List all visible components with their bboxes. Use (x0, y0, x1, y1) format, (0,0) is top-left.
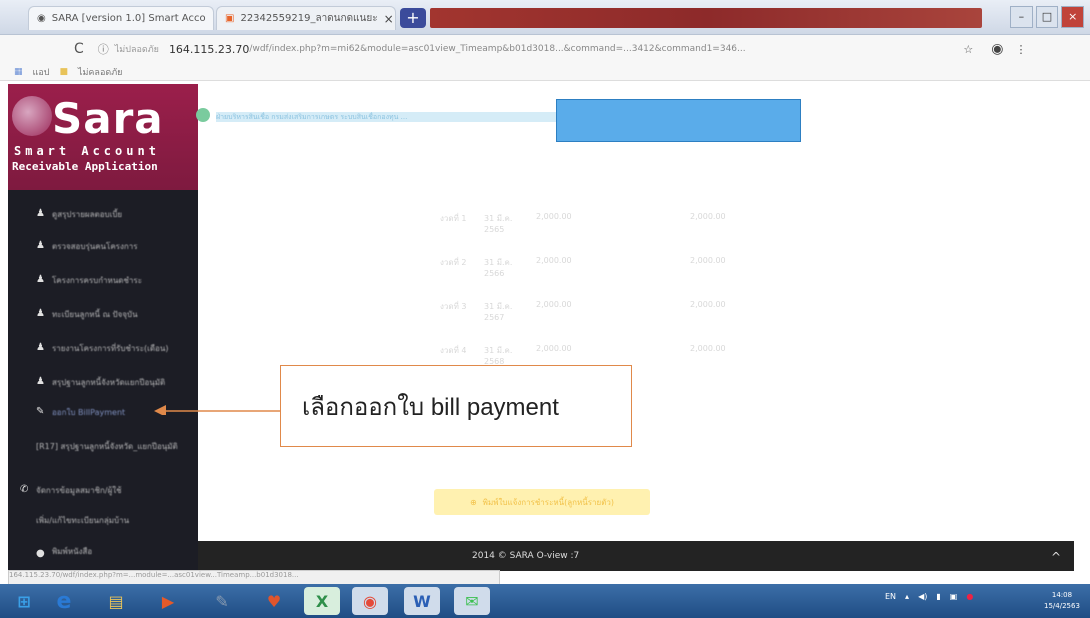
close-icon[interactable]: × (384, 12, 394, 26)
sidebar-item[interactable]: ♟ ทะเบียนลูกหนี้ ณ ปัจจุบัน (8, 296, 198, 332)
sidebar-item[interactable]: ♟ โครงการครบกำหนดชำระ (8, 262, 198, 298)
bookmark-apps[interactable]: แอป (33, 65, 50, 79)
close-icon[interactable]: × (212, 12, 213, 26)
maximize-button[interactable]: □ (1035, 6, 1059, 28)
reload-icon[interactable]: C (74, 41, 84, 57)
network-icon[interactable]: ▣ (950, 592, 958, 601)
close-window-button[interactable]: × (1061, 6, 1085, 28)
sidebar-item[interactable]: ♟ ตรวจสอบรุ่นคนโครงการ (8, 228, 198, 264)
back-to-top-button[interactable]: ^ (1040, 545, 1072, 569)
user-icon: ♟ (36, 274, 45, 285)
sidebar-item[interactable]: [R17] สรุปฐานลูกหนี้จังหวัด_แยกปีอนุมัติ (8, 424, 198, 468)
apps-icon[interactable]: ▦ (14, 67, 23, 77)
tab-document[interactable]: ▣ 22342559219_ลาดนกดแนยะ × (216, 6, 396, 30)
info-icon[interactable]: ⓘ (98, 41, 109, 57)
line-icon[interactable]: ✉ (454, 587, 490, 615)
sidebar-item[interactable]: ● พิมพ์หนังสือ (8, 536, 198, 566)
app-logo: Sara (52, 94, 164, 143)
header-strip: ฝ่ายบริหารสินเชื่อ กรมส่งเสริมการเกษตร ร… (216, 112, 556, 122)
bookmark-item[interactable]: ไม่คลอดภัย (78, 65, 122, 79)
sidebar: Sara Smart Account Receivable Applicatio… (8, 84, 198, 570)
minimize-button[interactable]: – (1010, 6, 1033, 28)
tab-sara[interactable]: ◉ SARA [version 1.0] Smart Acco × (28, 6, 214, 30)
volume-icon[interactable]: ◀) (918, 592, 927, 601)
url-path[interactable]: /wdf/index.php?m=mi62&module=asc01view_T… (249, 44, 949, 54)
window-controls: – □ × (1010, 6, 1085, 28)
document-icon: ▣ (225, 13, 235, 24)
brand-header: Sara Smart Account Receivable Applicatio… (8, 84, 198, 190)
brave-icon[interactable]: ♥ (256, 587, 292, 615)
user-icon: ♟ (36, 240, 45, 251)
footer-text: 2014 © SARA O-view :7 (472, 551, 580, 561)
clock-time: 14:08 (1051, 591, 1073, 599)
sidebar-item[interactable]: เพิ่ม/แก้ไขทะเบียนกลุ่มบ้าน (8, 502, 198, 538)
pencil-icon: ✎ (36, 406, 45, 417)
address-bar: C ⓘ ไม่ปลอดภัย 164.115.23.70 /wdf/index.… (0, 35, 1090, 63)
star-icon[interactable]: ☆ (963, 43, 973, 56)
annotation-callout: เลือกออกใบ bill payment (280, 365, 632, 447)
ie-icon[interactable]: e (46, 587, 82, 615)
word-icon[interactable]: W (404, 587, 440, 615)
sidebar-item[interactable]: ♟ รายงานโครงการที่รับชำระ(เดือน) (8, 330, 198, 366)
url-host[interactable]: 164.115.23.70 (169, 43, 249, 56)
windows-taskbar: ⊞ e ▤ ▶ ✎ ♥ X ◉ W ✉ EN ▴ ◀) ▮ ▣ ● 14:08 … (0, 584, 1090, 618)
print-bill-button[interactable]: ⊕ พิมพ์ใบแจ้งการชำระหนี้(ลูกหนี้รายตัว) (434, 489, 650, 515)
arrow-up-icon[interactable]: ▴ (905, 592, 909, 601)
menu-dots-icon[interactable]: ⋮ (1016, 43, 1027, 56)
tools-icon[interactable]: ✎ (204, 587, 240, 615)
security-label: ไม่ปลอดภัย (114, 45, 159, 55)
print-icon: ● (36, 548, 45, 559)
redacted-box (556, 99, 801, 142)
chrome-icon[interactable]: ◉ (352, 587, 388, 615)
globe-icon: ◉ (37, 13, 46, 24)
status-icon[interactable]: ● (966, 592, 973, 601)
user-icon: ♟ (36, 208, 45, 219)
app-tagline: Receivable Application (12, 160, 158, 173)
callout-arrow-icon (154, 405, 282, 415)
megaphone-icon: ✆ (20, 484, 29, 495)
app-subtitle: Smart Account (14, 144, 160, 158)
account-icon[interactable]: ◉ (991, 41, 1003, 57)
user-icon: ♟ (36, 342, 45, 353)
page-footer: 2014 © SARA O-view :7 (198, 541, 1074, 571)
sidebar-item[interactable]: ♟ ดูสรุปรายผลตอบเบี้ย (8, 196, 198, 232)
signal-icon[interactable]: ▮ (936, 592, 940, 601)
sara-logo-icon (12, 96, 52, 136)
excel-icon[interactable]: X (304, 587, 340, 615)
media-icon[interactable]: ▶ (150, 587, 186, 615)
folder-icon: ■ (59, 66, 68, 77)
start-button[interactable]: ⊞ (6, 587, 42, 615)
clock[interactable]: 14:08 15/4/2563 (1044, 590, 1080, 612)
user-icon: ♟ (36, 308, 45, 319)
browser-tab-bar: ◉ SARA [version 1.0] Smart Acco × ▣ 2234… (0, 0, 1090, 35)
redacted-bar (430, 8, 982, 28)
tab-label: 22342559219_ลาดนกดแนยะ (240, 13, 378, 24)
tab-label: SARA [version 1.0] Smart Acco (51, 13, 206, 24)
user-icon: ♟ (36, 376, 45, 387)
bookmarks-bar: ▦ แอป ■ ไม่คลอดภัย (0, 63, 1090, 81)
new-tab-button[interactable]: + (400, 8, 426, 28)
clock-date: 15/4/2563 (1044, 602, 1080, 610)
folder-icon[interactable]: ▤ (98, 587, 134, 615)
language-indicator[interactable]: EN (885, 592, 896, 601)
plus-icon: ⊕ (469, 497, 477, 507)
system-tray: EN ▴ ◀) ▮ ▣ ● (885, 592, 1005, 601)
menu-toggle-icon[interactable] (196, 108, 210, 122)
